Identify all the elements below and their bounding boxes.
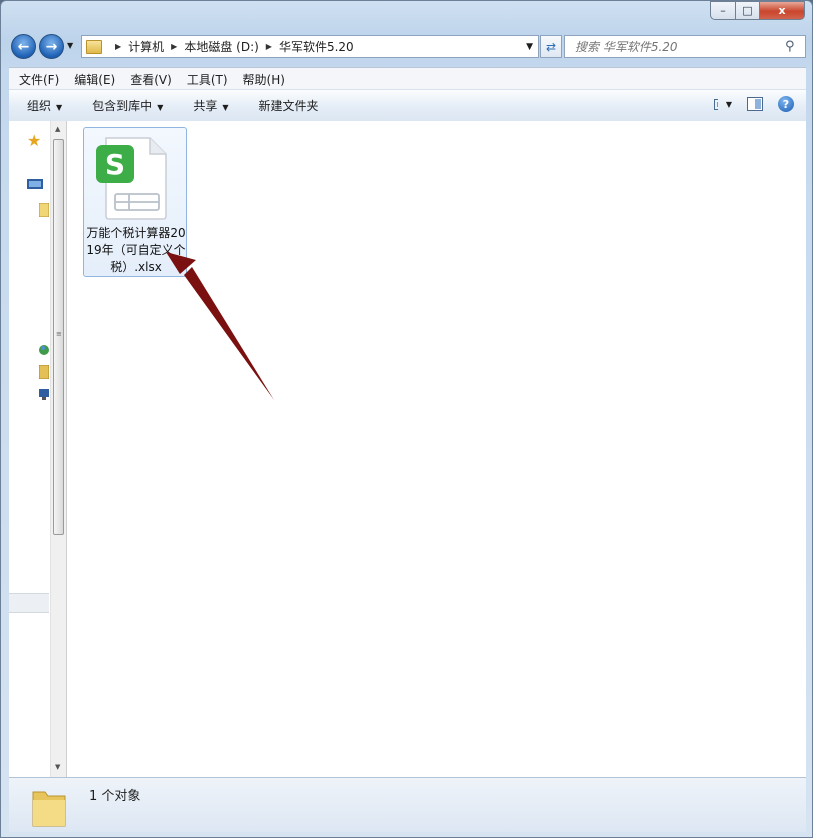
chevron-right-icon[interactable]: ▶ xyxy=(266,42,272,51)
desktop-icon[interactable] xyxy=(27,179,43,194)
chevron-right-icon[interactable]: ▶ xyxy=(171,42,177,51)
recent-pages-dropdown-icon[interactable]: ▼ xyxy=(67,41,73,50)
chevron-down-icon: ▼ xyxy=(56,103,63,112)
homegroup-icon[interactable] xyxy=(39,343,49,360)
navigation-pane: ★ xyxy=(9,121,50,777)
forward-arrow-icon: → xyxy=(45,38,58,55)
include-library-label: 包含到库中 xyxy=(92,99,153,113)
computer-folder-icon[interactable] xyxy=(38,364,50,382)
preview-pane-button[interactable] xyxy=(746,95,764,113)
chevron-right-icon[interactable]: ▶ xyxy=(115,42,121,51)
preview-pane-icon xyxy=(747,97,763,111)
file-list[interactable]: S 万能个税计算器2019年（可自定义个税）.xlsx xyxy=(68,121,806,777)
maximize-button[interactable]: □ xyxy=(736,1,760,20)
breadcrumb-computer[interactable]: 计算机 xyxy=(128,38,164,55)
chevron-down-icon: ▼ xyxy=(725,99,732,109)
scroll-up-icon[interactable]: ▲ xyxy=(55,125,60,133)
refresh-button[interactable]: ⇄ xyxy=(540,35,562,58)
view-controls: ▼ ? xyxy=(714,95,794,113)
forward-button[interactable]: → xyxy=(39,34,64,59)
help-icon[interactable]: ? xyxy=(778,96,794,112)
menu-tools[interactable]: 工具(T) xyxy=(187,71,228,88)
status-item-count: 1 个对象 xyxy=(89,789,141,804)
close-button[interactable]: x xyxy=(760,1,805,20)
back-arrow-icon: ← xyxy=(17,38,30,55)
main-area: ★ ▲ ≡ ▼ S 万能个税计算器2019年（可自定义个税）.xlsx xyxy=(9,121,806,777)
organize-button[interactable]: 组织 ▼ xyxy=(27,97,62,114)
navigation-row: ← → ▼ ▶ 计算机 ▶ 本地磁盘 (D:) ▶ 华军软件5.20 ▼ ⇄ ⚲ xyxy=(9,33,806,61)
navigation-pane-divider xyxy=(9,593,49,613)
menu-view[interactable]: 查看(V) xyxy=(130,71,172,88)
explorer-window: – □ x ← → ▼ ▶ 计算机 ▶ 本地磁盘 (D:) ▶ 华军软件5.20… xyxy=(0,0,813,838)
back-button[interactable]: ← xyxy=(11,34,36,59)
network-icon[interactable] xyxy=(39,387,49,404)
grip-icon: ≡ xyxy=(56,330,62,338)
organize-label: 组织 xyxy=(27,99,52,113)
search-icon[interactable]: ⚲ xyxy=(785,39,799,54)
view-icon xyxy=(714,98,718,110)
menu-file[interactable]: 文件(F) xyxy=(19,71,59,88)
command-bar: 组织 ▼ 包含到库中 ▼ 共享 ▼ 新建文件夹 ▼ ? xyxy=(9,89,806,122)
address-dropdown-icon[interactable]: ▼ xyxy=(526,42,533,52)
details-pane: 1 个对象 xyxy=(9,777,806,832)
breadcrumb-drive-d[interactable]: 本地磁盘 (D:) xyxy=(184,38,258,55)
scroll-down-icon[interactable]: ▼ xyxy=(55,763,60,771)
chevron-down-icon: ▼ xyxy=(157,103,164,112)
folder-icon xyxy=(86,39,102,54)
search-input[interactable] xyxy=(573,38,785,55)
refresh-icon: ⇄ xyxy=(545,39,557,54)
navigation-scrollbar[interactable]: ▲ ≡ ▼ xyxy=(50,121,67,777)
minimize-button[interactable]: – xyxy=(710,1,736,20)
menu-help[interactable]: 帮助(H) xyxy=(243,71,285,88)
annotation-arrow xyxy=(166,252,274,400)
include-in-library-button[interactable]: 包含到库中 ▼ xyxy=(92,97,163,114)
search-box[interactable]: ⚲ xyxy=(564,35,806,58)
share-button[interactable]: 共享 ▼ xyxy=(193,97,228,114)
menu-bar: 文件(F) 编辑(E) 查看(V) 工具(T) 帮助(H) xyxy=(9,67,806,90)
share-label: 共享 xyxy=(193,99,218,113)
address-bar[interactable]: ▶ 计算机 ▶ 本地磁盘 (D:) ▶ 华军软件5.20 ▼ xyxy=(81,35,539,58)
chevron-down-icon: ▼ xyxy=(222,103,229,112)
change-view-button[interactable]: ▼ xyxy=(714,95,732,113)
favorites-star-icon[interactable]: ★ xyxy=(27,131,41,150)
folder-icon xyxy=(32,791,66,827)
new-folder-button[interactable]: 新建文件夹 xyxy=(259,97,319,114)
breadcrumb-folder[interactable]: 华军软件5.20 xyxy=(279,38,354,55)
menu-edit[interactable]: 编辑(E) xyxy=(74,71,115,88)
libraries-icon[interactable] xyxy=(38,202,50,220)
caption-buttons: – □ x xyxy=(710,1,805,20)
scrollbar-thumb[interactable]: ≡ xyxy=(53,139,64,535)
